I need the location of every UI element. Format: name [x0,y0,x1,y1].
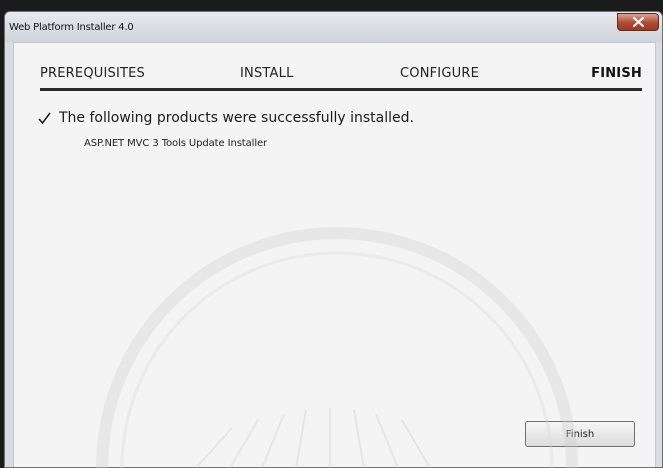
step-install: INSTALL [240,66,294,81]
step-finish: FINISH [591,66,642,81]
close-button[interactable] [617,13,659,31]
close-icon [632,17,644,27]
installer-window: Web Platform Installer 4.0 PREREQUISITES… [4,11,663,468]
step-configure: CONFIGURE [400,66,479,81]
checkmark-icon [38,112,51,124]
finish-button[interactable]: Finish [525,421,635,447]
steps-divider [40,88,642,91]
step-prerequisites: PREREQUISITES [40,66,146,81]
installed-product-item: ASP.NET MVC 3 Tools Update Installer [84,138,268,149]
wizard-steps: PREREQUISITES INSTALL CONFIGURE FINISH [40,60,642,91]
window-title: Web Platform Installer 4.0 [9,22,134,33]
success-message: The following products were successfully… [38,110,414,126]
success-message-text: The following products were successfully… [59,110,414,126]
title-bar[interactable]: Web Platform Installer 4.0 [5,12,662,42]
content-panel: PREREQUISITES INSTALL CONFIGURE FINISH T… [13,42,656,467]
